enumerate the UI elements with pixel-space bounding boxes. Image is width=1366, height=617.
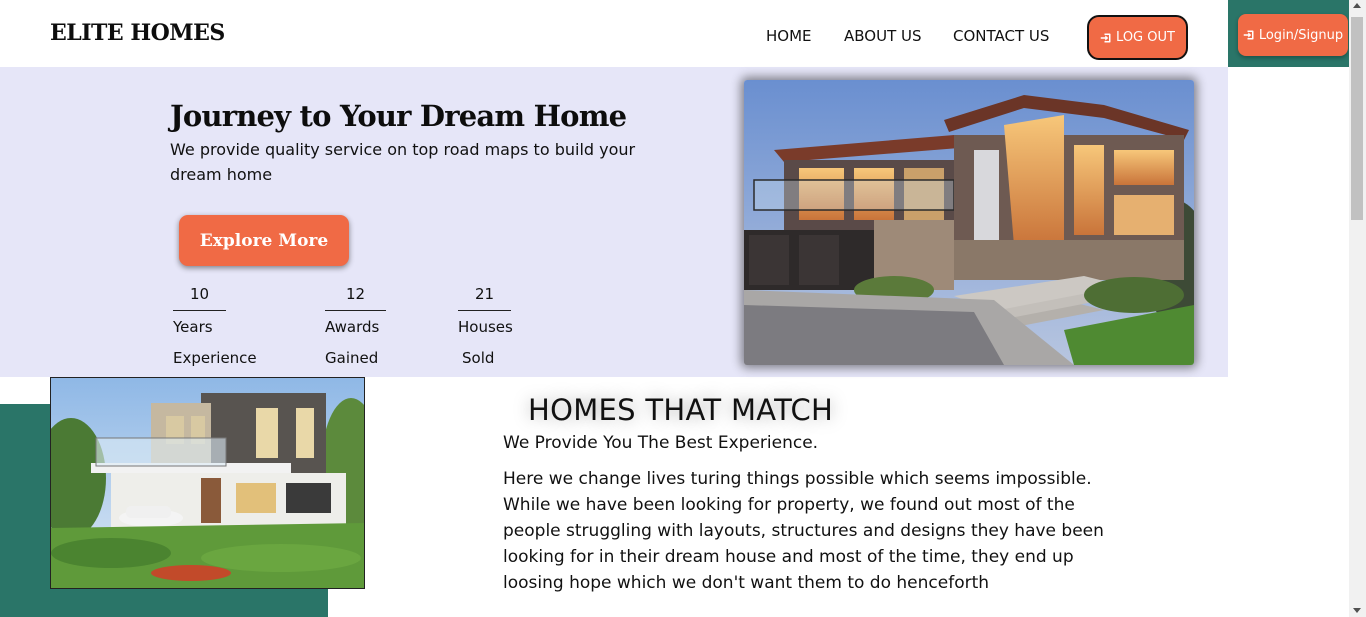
hero-section: Journey to Your Dream Home We provide qu… — [0, 67, 1228, 377]
nav-about-us[interactable]: ABOUT US — [844, 27, 922, 45]
hero-house-image — [744, 80, 1194, 365]
login-signup-button[interactable]: Login/Signup — [1238, 14, 1348, 56]
stat-label: Gained — [325, 349, 379, 367]
stat-value: 10 — [173, 284, 226, 311]
stat-label: Awards — [325, 318, 380, 336]
hero-title: Journey to Your Dream Home — [170, 99, 627, 133]
homes-match-image — [50, 377, 365, 589]
site-logo[interactable]: ELITE HOMES — [50, 20, 225, 46]
page-scrollbar[interactable] — [1349, 0, 1366, 617]
stat-value: 21 — [458, 284, 511, 311]
nav-home[interactable]: HOME — [766, 27, 812, 45]
stat-label: Years — [173, 318, 213, 336]
section-title: HOMES THAT MATCH — [528, 393, 834, 427]
hero-subtitle: We provide quality service on top road m… — [170, 140, 636, 184]
login-signup-label: Login/Signup — [1258, 27, 1344, 43]
nav-contact-us[interactable]: CONTACT US — [953, 27, 1049, 45]
sign-in-icon — [1100, 33, 1111, 42]
sign-in-icon — [1243, 30, 1254, 40]
section-subtitle: We Provide You The Best Experience. — [503, 433, 819, 453]
top-header: ELITE HOMES HOME ABOUT US CONTACT US LOG… — [0, 0, 1228, 67]
modern-house-daylight-photo-icon — [51, 378, 364, 588]
stat-awards: 12 Awards Gained — [325, 284, 386, 373]
scroll-up-arrow-icon[interactable] — [1353, 3, 1361, 8]
logout-label: LOG OUT — [1116, 30, 1175, 45]
stat-label: Houses — [458, 318, 513, 336]
scrollbar-thumb[interactable] — [1351, 17, 1363, 220]
logout-button[interactable]: LOG OUT — [1087, 15, 1188, 60]
explore-more-button[interactable]: Explore More — [179, 215, 349, 266]
stat-houses: 21 Houses Sold — [458, 284, 518, 373]
modern-house-dusk-photo-icon — [744, 80, 1194, 365]
stat-label: Experience — [173, 349, 257, 367]
stat-value: 12 — [325, 284, 386, 311]
scroll-down-arrow-icon[interactable] — [1353, 608, 1361, 613]
stat-years: 10 Years Experience — [173, 284, 257, 373]
section-body-text: Here we change lives turing things possi… — [503, 469, 1104, 593]
stat-label: Sold — [462, 349, 495, 367]
